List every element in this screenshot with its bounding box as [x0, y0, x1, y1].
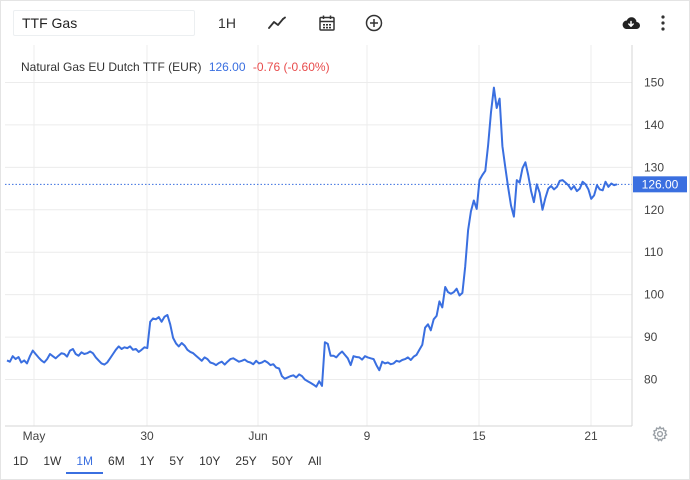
range-button-5y[interactable]: 5Y: [167, 452, 186, 470]
last-price-badge-text: 126.00: [642, 177, 679, 191]
last-price: 126.00: [208, 60, 246, 74]
range-button-1y[interactable]: 1Y: [138, 452, 157, 470]
gear-icon: [652, 425, 668, 442]
range-button-50y[interactable]: 50Y: [270, 452, 295, 470]
range-button-25y[interactable]: 25Y: [233, 452, 258, 470]
price-series-line: [6, 86, 618, 388]
x-tick-label: 9: [364, 429, 371, 443]
x-tick-label: Jun: [248, 429, 267, 443]
price-change: -0.76 (-0.60%): [252, 60, 330, 74]
x-tick-label: May: [23, 429, 46, 443]
instrument-name: Natural Gas EU Dutch TTF (EUR): [21, 60, 202, 74]
y-tick-label: 110: [644, 245, 663, 259]
range-button-6m[interactable]: 6M: [106, 452, 127, 470]
x-tick-label: 30: [140, 429, 154, 443]
range-button-all[interactable]: All: [306, 452, 323, 470]
x-tick-label: 15: [472, 429, 486, 443]
last-price-badge: 126.00: [633, 176, 687, 193]
range-button-10y[interactable]: 10Y: [197, 452, 222, 470]
chart-widget: TTF Gas 1H 80 90 100 110 120 130 140 150…: [0, 0, 690, 480]
y-tick-label: 120: [644, 203, 664, 217]
range-button-1d[interactable]: 1D: [11, 452, 30, 470]
range-button-1w[interactable]: 1W: [41, 452, 63, 470]
x-axis-ticks: May 30 Jun 9 15 21: [23, 429, 598, 443]
y-tick-label: 130: [644, 160, 664, 174]
y-tick-label: 150: [644, 76, 664, 90]
x-tick-label: 21: [584, 429, 598, 443]
y-tick-label: 100: [644, 288, 664, 302]
y-axis-ticks: 80 90 100 110 120 130 140 150: [644, 76, 664, 387]
time-range-selector: 1D 1W 1M 6M 1Y 5Y 10Y 25Y 50Y All: [11, 449, 334, 474]
chart-legend: Natural Gas EU Dutch TTF (EUR) 126.00 -0…: [21, 60, 330, 74]
y-tick-label: 90: [644, 330, 658, 344]
y-tick-label: 140: [644, 118, 664, 132]
chart-settings-button[interactable]: [651, 425, 669, 443]
range-button-1m[interactable]: 1M: [66, 452, 103, 474]
y-tick-label: 80: [644, 373, 658, 387]
chart-grid: [5, 45, 632, 426]
